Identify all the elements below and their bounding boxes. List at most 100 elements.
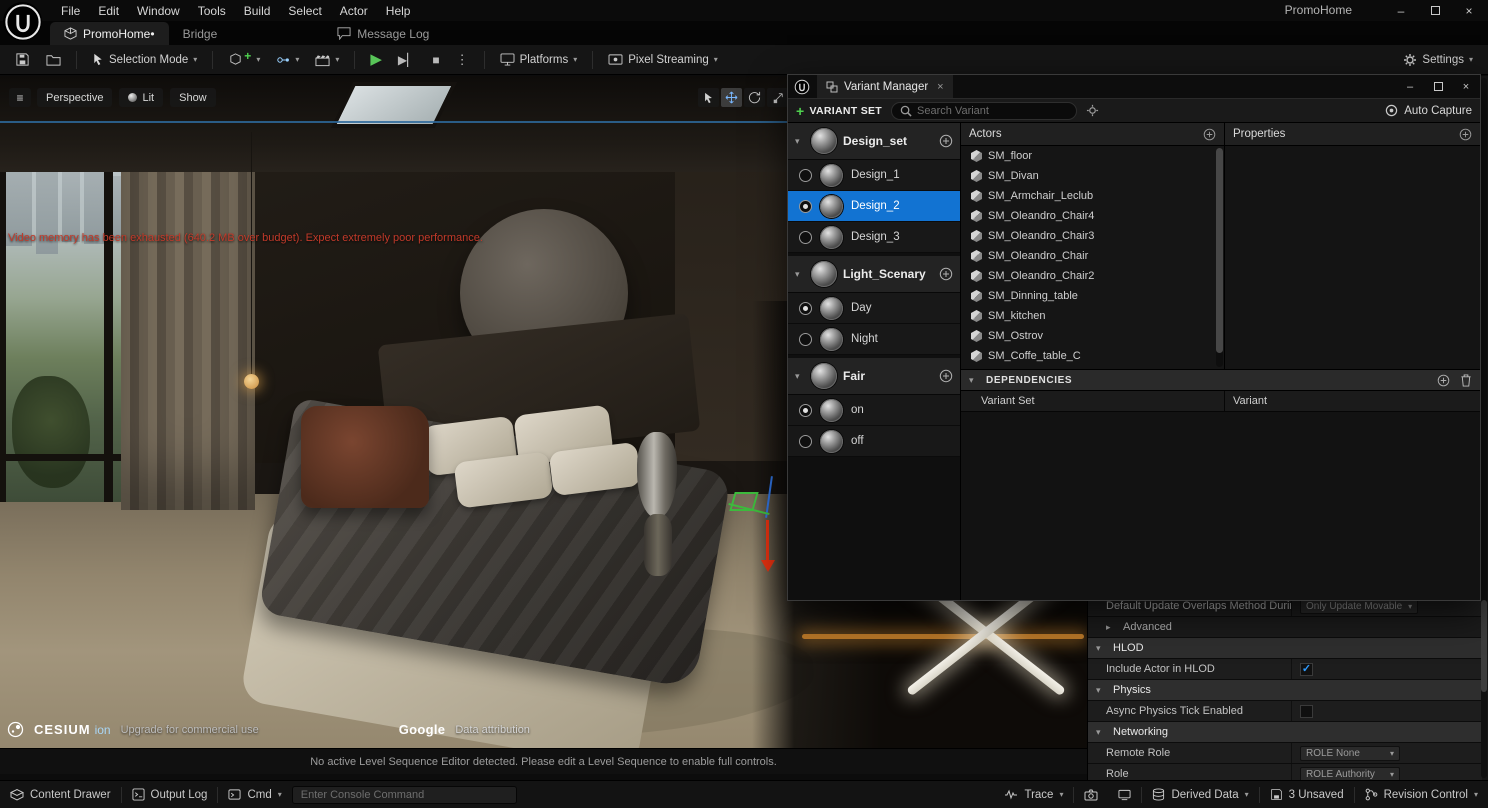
maximize-button[interactable] <box>1418 0 1452 21</box>
actor-row[interactable]: SM_Divan <box>961 166 1215 186</box>
chevron-down-icon[interactable]: ▾ <box>969 375 979 386</box>
tab-bridge[interactable]: Bridge <box>169 22 232 45</box>
blueprints-button[interactable]: ▾ <box>270 48 305 72</box>
play-options-button[interactable]: ⋮ <box>450 48 475 72</box>
variant-row-design2[interactable]: Design_2 <box>788 191 960 222</box>
select-tool-button[interactable] <box>698 88 719 107</box>
actor-row[interactable]: SM_Oleandro_Chair3 <box>961 226 1215 246</box>
variant-radio[interactable] <box>799 435 812 448</box>
actor-row[interactable]: SM_Coffe_table_C <box>961 346 1215 366</box>
quick-add-button[interactable]: + ▾ <box>222 48 266 72</box>
variant-search-input[interactable] <box>917 105 1068 117</box>
perspective-dropdown[interactable]: Perspective <box>37 88 112 107</box>
vm-maximize-button[interactable] <box>1424 75 1452 98</box>
minimize-button[interactable]: – <box>1384 0 1418 21</box>
details-scrollbar[interactable] <box>1481 78 1487 778</box>
vm-minimize-button[interactable]: – <box>1396 75 1424 98</box>
scale-tool-button[interactable] <box>767 88 788 107</box>
rotate-tool-button[interactable] <box>744 88 765 107</box>
auto-capture-button[interactable]: Auto Capture <box>1385 104 1472 117</box>
variant-radio[interactable] <box>799 200 812 213</box>
variant-set-header[interactable]: ▾ Fair <box>788 358 960 395</box>
menu-build[interactable]: Build <box>235 2 280 20</box>
variant-set-header[interactable]: ▾ Design_set <box>788 123 960 160</box>
close-button[interactable]: × <box>1452 0 1486 21</box>
variant-manager-titlebar[interactable]: Variant Manager × – × <box>788 75 1480 98</box>
add-variant-icon[interactable] <box>939 267 953 281</box>
actor-row[interactable]: SM_Dinning_table <box>961 286 1215 306</box>
pixel-streaming-dropdown[interactable]: Pixel Streaming ▾ <box>602 48 724 72</box>
capture-settings-icon[interactable] <box>1086 104 1099 117</box>
variant-row-design1[interactable]: Design_1 <box>788 160 960 191</box>
derived-data-dropdown[interactable]: Derived Data ▾ <box>1142 788 1258 801</box>
variant-search-box[interactable] <box>891 102 1077 120</box>
unreal-logo-icon[interactable] <box>3 2 42 41</box>
variant-row-on[interactable]: on <box>788 395 960 426</box>
actor-row[interactable]: SM_floor <box>961 146 1215 166</box>
actors-scrollbar[interactable] <box>1216 148 1223 367</box>
actor-row[interactable]: SM_Oleandro_Chair4 <box>961 206 1215 226</box>
menu-select[interactable]: Select <box>279 2 330 20</box>
insights-button[interactable] <box>1108 789 1141 801</box>
category-networking[interactable]: ▾ Networking <box>1088 722 1482 743</box>
add-variant-icon[interactable] <box>939 134 953 148</box>
cesium-upgrade-link[interactable]: Upgrade for commercial use <box>121 724 259 736</box>
dependencies-header-bar[interactable]: ▾ DEPENDENCIES <box>961 369 1480 391</box>
add-variant-set-button[interactable]: + VARIANT SET <box>796 104 882 118</box>
console-command-input[interactable] <box>292 786 517 804</box>
variant-row-day[interactable]: Day <box>788 293 960 324</box>
add-variant-icon[interactable] <box>939 369 953 383</box>
stop-button[interactable]: ■ <box>426 48 445 72</box>
unsaved-button[interactable]: 3 Unsaved <box>1260 788 1354 801</box>
role-dropdown[interactable]: ROLE Authority▾ <box>1300 767 1400 781</box>
variant-radio[interactable] <box>799 333 812 346</box>
category-physics[interactable]: ▾ Physics <box>1088 680 1482 701</box>
menu-tools[interactable]: Tools <box>189 2 235 20</box>
dependencies-col-variant-set[interactable]: Variant Set <box>961 391 1225 411</box>
delete-dependency-icon[interactable] <box>1460 374 1472 387</box>
variant-set-header[interactable]: ▾ Light_Scenary <box>788 256 960 293</box>
trace-dropdown[interactable]: Trace ▾ <box>994 789 1073 801</box>
variant-row-off[interactable]: off <box>788 426 960 457</box>
async-physics-checkbox[interactable] <box>1300 705 1313 718</box>
variant-radio[interactable] <box>799 231 812 244</box>
actor-row[interactable]: SM_Ostrov <box>961 326 1215 346</box>
actor-row[interactable]: SM_kitchen <box>961 306 1215 326</box>
chevron-down-icon[interactable]: ▾ <box>795 269 805 280</box>
tab-close-icon[interactable]: × <box>937 81 943 93</box>
actor-row[interactable]: SM_Armchair_Leclub <box>961 186 1215 206</box>
save-button[interactable] <box>9 48 36 72</box>
cinematics-button[interactable]: ▾ <box>309 48 345 72</box>
content-browser-button[interactable] <box>40 48 67 72</box>
variant-row-night[interactable]: Night <box>788 324 960 355</box>
menu-edit[interactable]: Edit <box>89 2 128 20</box>
advanced-expander[interactable]: ▸ Advanced <box>1088 617 1482 638</box>
category-hlod[interactable]: ▾ HLOD <box>1088 638 1482 659</box>
show-dropdown[interactable]: Show <box>170 88 216 107</box>
menu-help[interactable]: Help <box>377 2 420 20</box>
content-drawer-button[interactable]: Content Drawer <box>0 781 121 808</box>
actor-row[interactable]: SM_Oleandro_Chair <box>961 246 1215 266</box>
revision-control-dropdown[interactable]: Revision Control ▾ <box>1355 788 1488 801</box>
menu-actor[interactable]: Actor <box>331 2 377 20</box>
play-button[interactable]: ▶ <box>364 48 388 72</box>
selection-mode-dropdown[interactable]: Selection Mode ▾ <box>86 48 203 72</box>
actor-row[interactable]: SM_Oleandro_Chair2 <box>961 266 1215 286</box>
dependencies-col-variant[interactable]: Variant <box>1225 395 1267 407</box>
add-property-icon[interactable] <box>1459 128 1472 141</box>
output-log-button[interactable]: Output Log <box>122 781 218 808</box>
viewport-options-button[interactable]: ≡ <box>9 88 31 107</box>
vm-close-button[interactable]: × <box>1452 75 1480 98</box>
tab-promohome[interactable]: PromoHome• <box>50 22 169 45</box>
data-attribution-link[interactable]: Data attribution <box>455 724 530 736</box>
platforms-dropdown[interactable]: Platforms ▾ <box>494 48 584 72</box>
tab-message-log[interactable]: Message Log <box>323 22 443 45</box>
include-actor-hlod-checkbox[interactable]: ✓ <box>1300 663 1313 676</box>
chevron-down-icon[interactable]: ▾ <box>795 136 805 147</box>
variant-manager-tab[interactable]: Variant Manager × <box>817 75 953 98</box>
remote-role-dropdown[interactable]: ROLE None▾ <box>1300 746 1400 761</box>
screenshot-button[interactable] <box>1074 789 1108 801</box>
settings-dropdown[interactable]: Settings ▾ <box>1397 48 1479 72</box>
move-tool-button[interactable] <box>721 88 742 107</box>
cmd-dropdown[interactable]: Cmd ▾ <box>218 781 291 808</box>
